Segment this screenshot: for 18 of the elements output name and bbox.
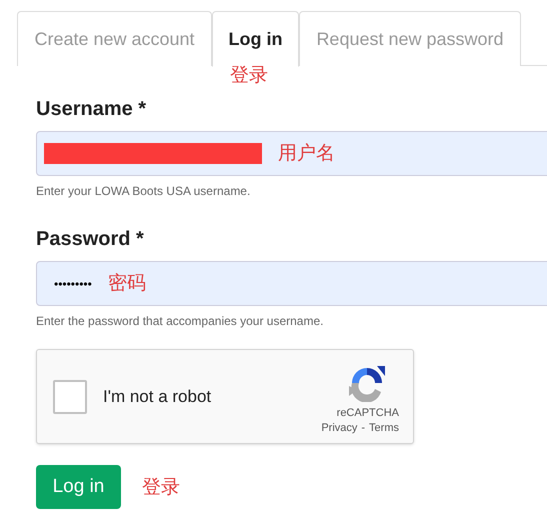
recaptcha-brand: reCAPTCHA [336,406,399,420]
captcha-label: I'm not a robot [103,386,212,408]
tab[interactable]: Log in [212,11,299,67]
hint-text: Enter your LOWA Boots USA username. [36,184,252,198]
password-value: ••••••••• [53,276,92,292]
terms-link[interactable]: Terms [369,420,399,436]
annotation-text: 用户名 [278,141,335,166]
privacy-link[interactable]: Privacy [321,420,358,436]
input-field[interactable]: 用户名 [36,131,547,176]
input-field[interactable]: ••••••••• 密码 [36,261,547,306]
annotation-text: 登录 [142,474,180,500]
hint-text: Enter the password that accompanies your username. [36,314,324,328]
recaptcha-logo-icon [347,364,387,402]
checkbox[interactable] [53,380,87,414]
field-label: Username * [36,97,148,122]
field-label: Password * [36,227,145,252]
separator-text: - [361,421,366,436]
annotation-text: 密码 [108,271,146,296]
